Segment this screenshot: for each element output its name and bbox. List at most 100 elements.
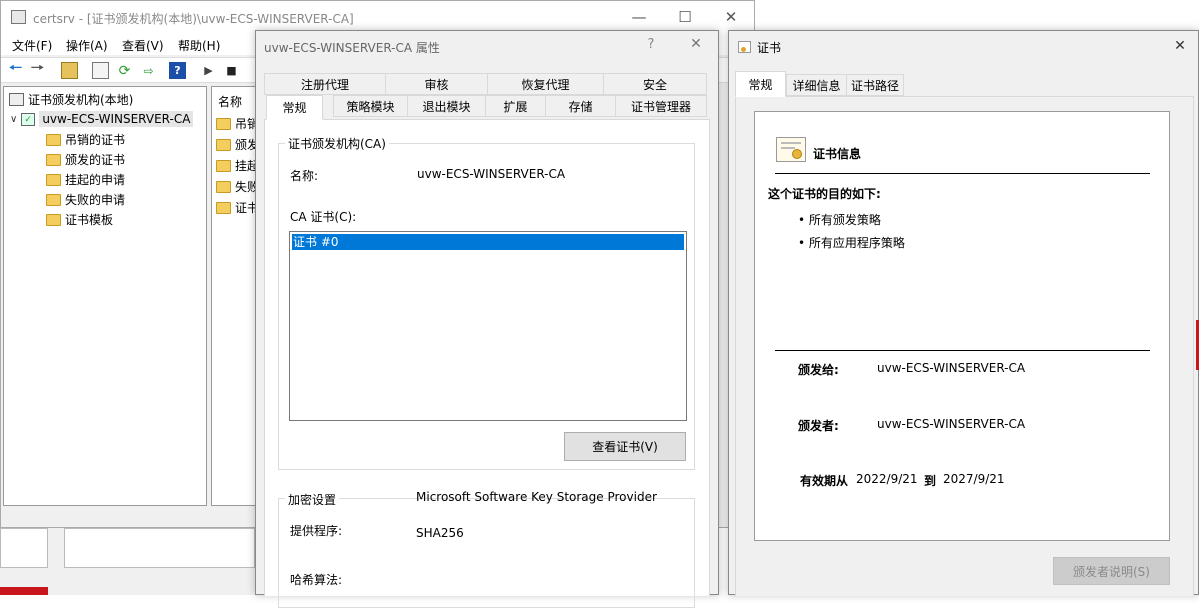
list-item[interactable]: 证书 (216, 199, 259, 216)
list-item[interactable]: 失败 (216, 178, 259, 195)
folder-icon (46, 173, 61, 186)
tab-general[interactable]: 常规 (266, 95, 323, 120)
tab-security[interactable]: 安全 (603, 73, 707, 95)
folder-icon (46, 153, 61, 166)
divider (775, 350, 1150, 351)
validity-from-label: 有效期从 (800, 474, 849, 488)
stop-icon[interactable]: ■ (223, 62, 240, 79)
folder-icon (216, 117, 231, 130)
certsrv-title: certsrv - [证书颁发机构(本地)\uvw-ECS-WINSERVER-… (33, 12, 354, 26)
background-panel (0, 528, 48, 568)
properties-icon[interactable] (92, 62, 109, 79)
folder-icon (46, 213, 61, 226)
folder-icon (216, 159, 231, 172)
crypto-group-label: 加密设置 (285, 491, 340, 508)
back-arrow-icon[interactable]: 🠔 (7, 58, 24, 79)
tree-item-revoked[interactable]: 吊销的证书 (46, 131, 125, 148)
issued-by-label: 颁发者: (798, 419, 839, 433)
tab-details[interactable]: 详细信息 (786, 74, 847, 96)
menu-file[interactable]: 文件(F) (12, 37, 52, 54)
folder-icon (46, 193, 61, 206)
tab-extensions[interactable]: 扩展 (485, 95, 546, 117)
menu-view[interactable]: 查看(V) (122, 37, 164, 54)
tree-item-pending[interactable]: 挂起的申请 (46, 171, 125, 188)
folder-icon (46, 133, 61, 146)
certificate-icon (738, 41, 751, 53)
tab-auditing[interactable]: 审核 (385, 73, 488, 95)
purpose-item: • 所有应用程序策略 (798, 236, 905, 250)
tab-certificate-managers[interactable]: 证书管理器 (615, 95, 707, 117)
certificate-badge-icon (776, 137, 806, 162)
valid-to-value: 2027/9/21 (943, 472, 1005, 486)
hash-label: 哈希算法: (290, 573, 343, 587)
divider (775, 173, 1150, 174)
menu-help[interactable]: 帮助(H) (178, 37, 220, 54)
console-tree: 证书颁发机构(本地) ∨ ✓ uvw-ECS-WINSERVER-CA 吊销的证… (3, 86, 207, 506)
folder-icon (216, 138, 231, 151)
ca-cert-list[interactable]: 证书 #0 (289, 231, 687, 421)
tree-ca-node[interactable]: ∨ ✓ uvw-ECS-WINSERVER-CA (10, 111, 194, 127)
up-folder-icon[interactable] (61, 62, 78, 79)
tab-policy-module[interactable]: 策略模块 (333, 95, 408, 117)
list-item[interactable]: 吊销 (216, 115, 259, 132)
ca-properties-dialog: uvw-ECS-WINSERVER-CA 属性 ? ✕ 注册代理 审核 恢复代理… (255, 30, 719, 608)
cert-list-item[interactable]: 证书 #0 (292, 234, 684, 250)
tab-exit-module[interactable]: 退出模块 (407, 95, 486, 117)
view-certificate-button[interactable]: 查看证书(V) (564, 432, 686, 461)
menu-action[interactable]: 操作(A) (66, 37, 108, 54)
list-item[interactable]: 挂起 (216, 157, 259, 174)
folder-icon (216, 180, 231, 193)
crypto-group (278, 498, 695, 608)
folder-icon (216, 201, 231, 214)
valid-from-value: 2022/9/21 (856, 472, 918, 486)
issued-to-value: uvw-ECS-WINSERVER-CA (877, 361, 1026, 375)
tree-item-templates[interactable]: 证书模板 (46, 211, 113, 228)
tab-enrollment-agents[interactable]: 注册代理 (264, 73, 386, 95)
background-window-area (0, 528, 255, 595)
name-label: 名称: (290, 169, 319, 183)
forward-arrow-icon[interactable]: 🠖 (29, 58, 46, 79)
help-button[interactable]: ? (641, 37, 661, 52)
name-value: uvw-ECS-WINSERVER-CA (417, 167, 566, 181)
close-button[interactable]: ✕ (708, 1, 754, 33)
result-pane: 名称 吊销 颁发 挂起 失败 证书 (211, 86, 261, 506)
play-icon[interactable]: ▶ (200, 62, 217, 79)
provider-label: 提供程序: (290, 524, 343, 538)
column-header-name[interactable]: 名称 (218, 93, 242, 110)
tab-recovery-agents[interactable]: 恢复代理 (487, 73, 604, 95)
collapse-chevron-icon[interactable]: ∨ (10, 114, 17, 125)
dialog-title: uvw-ECS-WINSERVER-CA 属性 (264, 41, 440, 55)
tree-item-issued[interactable]: 颁发的证书 (46, 151, 125, 168)
hash-value: SHA256 (416, 526, 464, 540)
issuer-statement-button[interactable]: 颁发者说明(S) (1053, 557, 1170, 585)
ca-server-icon: ✓ (21, 112, 36, 126)
provider-value: Microsoft Software Key Storage Provider (416, 490, 657, 504)
certificate-dialog: 证书 ✕ 常规 详细信息 证书路径 证书信息 这个证书的目的如下: • 所有颁发… (728, 30, 1199, 596)
minimize-button[interactable]: — (616, 1, 662, 33)
tab-general[interactable]: 常规 (735, 71, 786, 97)
close-button[interactable]: ✕ (1170, 38, 1190, 54)
certificate-info-title: 证书信息 (813, 147, 862, 161)
tree-root[interactable]: 证书颁发机构(本地) (9, 91, 133, 108)
app-icon (11, 10, 26, 24)
tab-certification-path[interactable]: 证书路径 (846, 74, 904, 96)
tab-storage[interactable]: 存储 (545, 95, 616, 117)
ca-root-icon (9, 93, 24, 106)
tree-item-failed[interactable]: 失败的申请 (46, 191, 125, 208)
dialog-title: 证书 (757, 41, 782, 55)
validity-to-label: 到 (924, 474, 937, 488)
issued-by-value: uvw-ECS-WINSERVER-CA (877, 417, 1026, 431)
help-icon[interactable]: ? (169, 62, 186, 79)
ca-cert-label: CA 证书(C): (290, 210, 357, 224)
background-panel (64, 528, 255, 568)
list-item[interactable]: 颁发 (216, 136, 259, 153)
close-button[interactable]: ✕ (686, 36, 706, 52)
export-icon[interactable]: ⇨ (140, 62, 157, 79)
certsrv-titlebar: certsrv - [证书颁发机构(本地)\uvw-ECS-WINSERVER-… (1, 1, 754, 33)
certificate-info-panel: 证书信息 这个证书的目的如下: • 所有颁发策略 • 所有应用程序策略 颁发给:… (754, 111, 1170, 541)
taskbar-strip (0, 587, 48, 595)
purpose-item: • 所有颁发策略 (798, 213, 881, 227)
purpose-heading: 这个证书的目的如下: (768, 187, 881, 201)
maximize-button[interactable]: ☐ (662, 1, 708, 33)
refresh-icon[interactable]: ⟳ (116, 62, 133, 79)
